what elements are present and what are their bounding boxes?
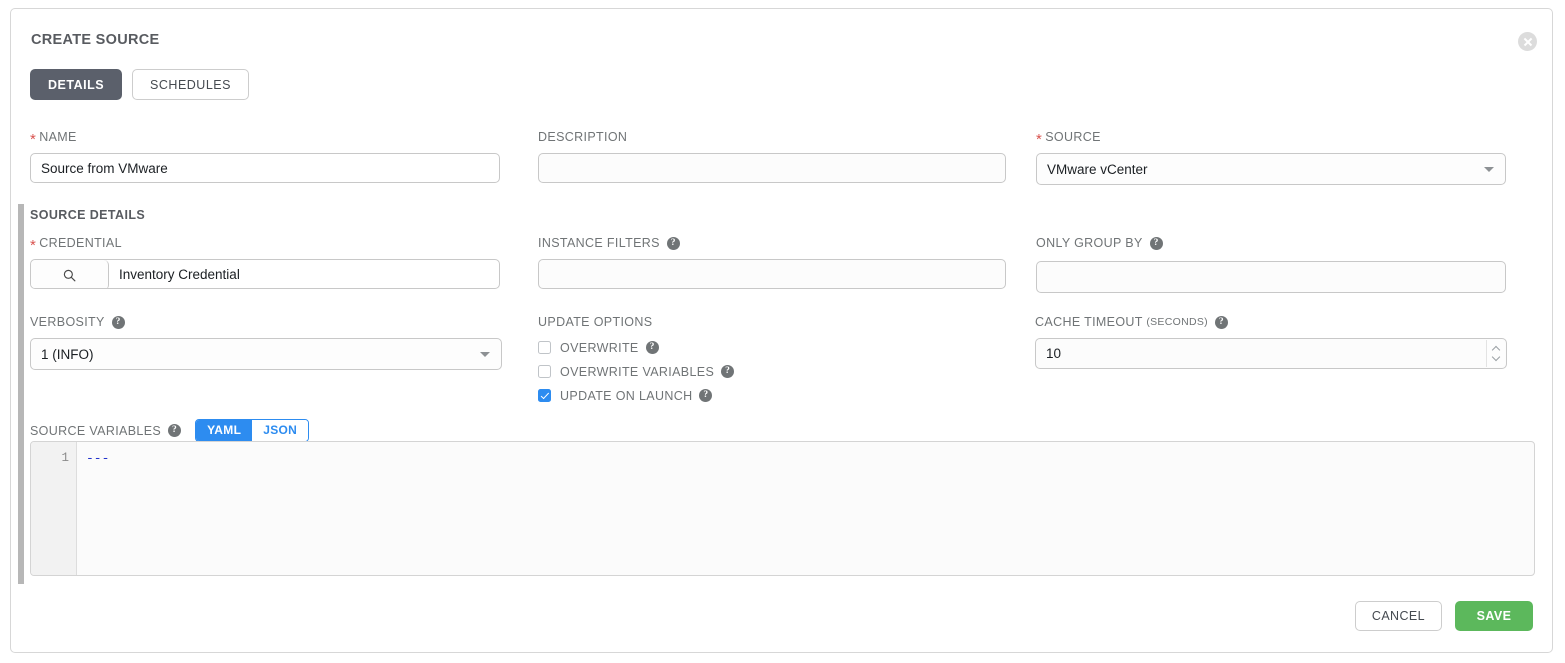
- field-verbosity: VERBOSITY ? 1 (INFO): [30, 314, 502, 370]
- field-source: * SOURCE VMware vCenter: [1036, 129, 1506, 185]
- credential-input[interactable]: Inventory Credential: [109, 260, 499, 288]
- search-icon[interactable]: [31, 260, 109, 289]
- source-variables-editor[interactable]: 1 ---: [30, 441, 1535, 576]
- field-description: DESCRIPTION: [538, 129, 1006, 183]
- help-circle-icon[interactable]: ?: [721, 365, 734, 378]
- help-circle-icon[interactable]: ?: [646, 341, 659, 354]
- save-button[interactable]: SAVE: [1455, 601, 1533, 631]
- source-select[interactable]: VMware vCenter: [1036, 153, 1506, 185]
- toggle-json[interactable]: JSON: [252, 420, 308, 441]
- only-group-by-label: ONLY GROUP BY ?: [1036, 235, 1506, 251]
- field-only-group-by: ONLY GROUP BY ?: [1036, 235, 1506, 293]
- update-on-launch-label: UPDATE ON LAUNCH ?: [560, 389, 712, 403]
- only-group-by-input[interactable]: [1036, 261, 1506, 293]
- description-label: DESCRIPTION: [538, 129, 1006, 145]
- field-instance-filters: INSTANCE FILTERS ?: [538, 235, 1006, 289]
- field-cache-timeout: CACHE TIMEOUT (SECONDS) ? 10: [1035, 314, 1507, 369]
- line-number: 1: [31, 451, 69, 465]
- overwrite-variables-checkbox[interactable]: [538, 365, 551, 378]
- credential-lookup: Inventory Credential: [30, 259, 500, 289]
- cancel-button[interactable]: CANCEL: [1355, 601, 1442, 631]
- source-variables-label: SOURCE VARIABLES ?: [30, 424, 181, 438]
- verbosity-select-value: 1 (INFO): [41, 347, 94, 362]
- verbosity-select[interactable]: 1 (INFO): [30, 338, 502, 370]
- chevron-down-icon: [480, 352, 490, 357]
- checkbox-row-overwrite: OVERWRITE ?: [538, 337, 938, 358]
- close-icon[interactable]: [1518, 32, 1537, 51]
- checkbox-row-overwrite-variables: OVERWRITE VARIABLES ?: [538, 361, 938, 382]
- stepper-updown-icon[interactable]: [1486, 340, 1505, 367]
- update-on-launch-checkbox[interactable]: [538, 389, 551, 402]
- credential-label: * CREDENTIAL: [30, 235, 500, 251]
- editor-gutter: 1: [31, 442, 77, 575]
- required-marker: *: [1036, 132, 1042, 147]
- field-credential: * CREDENTIAL Inventory Credential: [30, 235, 500, 289]
- page-title: CREATE SOURCE: [31, 32, 160, 48]
- overwrite-label: OVERWRITE ?: [560, 341, 659, 355]
- required-marker: *: [30, 132, 36, 147]
- tab-bar: DETAILS SCHEDULES: [30, 69, 249, 100]
- help-circle-icon[interactable]: ?: [699, 389, 712, 402]
- create-source-panel: CREATE SOURCE DETAILS SCHEDULES * NAME S…: [10, 8, 1553, 653]
- source-variables-header: SOURCE VARIABLES ? YAML JSON: [30, 419, 309, 442]
- tab-details[interactable]: DETAILS: [30, 69, 122, 100]
- checkbox-row-update-on-launch: UPDATE ON LAUNCH ?: [538, 385, 938, 406]
- help-circle-icon[interactable]: ?: [1215, 316, 1228, 329]
- instance-filters-label: INSTANCE FILTERS ?: [538, 235, 1006, 251]
- vertical-scrollbar[interactable]: [18, 204, 24, 584]
- format-toggle: YAML JSON: [195, 419, 309, 442]
- overwrite-checkbox[interactable]: [538, 341, 551, 354]
- credential-input-value: Inventory Credential: [119, 267, 240, 282]
- source-details-heading: SOURCE DETAILS: [30, 208, 145, 222]
- description-input[interactable]: [538, 153, 1006, 183]
- instance-filters-input[interactable]: [538, 259, 1006, 289]
- overwrite-variables-label: OVERWRITE VARIABLES ?: [560, 365, 734, 379]
- field-name: * NAME Source from VMware: [30, 129, 500, 183]
- help-circle-icon[interactable]: ?: [667, 237, 680, 250]
- footer-actions: CANCEL SAVE: [1355, 601, 1533, 631]
- source-select-value: VMware vCenter: [1047, 162, 1148, 177]
- chevron-down-icon: [1484, 167, 1494, 172]
- source-label: * SOURCE: [1036, 129, 1506, 145]
- cache-timeout-input[interactable]: 10: [1035, 338, 1507, 369]
- editor-content[interactable]: ---: [77, 442, 1534, 575]
- required-marker: *: [30, 238, 36, 253]
- help-circle-icon[interactable]: ?: [112, 316, 125, 329]
- name-input-value: Source from VMware: [41, 161, 168, 176]
- name-label: * NAME: [30, 129, 500, 145]
- update-options-label: UPDATE OPTIONS: [538, 314, 938, 330]
- toggle-yaml[interactable]: YAML: [196, 420, 252, 441]
- cache-timeout-input-value: 10: [1046, 346, 1061, 361]
- verbosity-label: VERBOSITY ?: [30, 314, 502, 330]
- cache-timeout-label: CACHE TIMEOUT (SECONDS) ?: [1035, 314, 1507, 330]
- help-circle-icon[interactable]: ?: [168, 424, 181, 437]
- name-input[interactable]: Source from VMware: [30, 153, 500, 183]
- help-circle-icon[interactable]: ?: [1150, 237, 1163, 250]
- tab-schedules[interactable]: SCHEDULES: [132, 69, 249, 100]
- field-update-options: UPDATE OPTIONS OVERWRITE ? OVERWRITE VAR…: [538, 314, 938, 406]
